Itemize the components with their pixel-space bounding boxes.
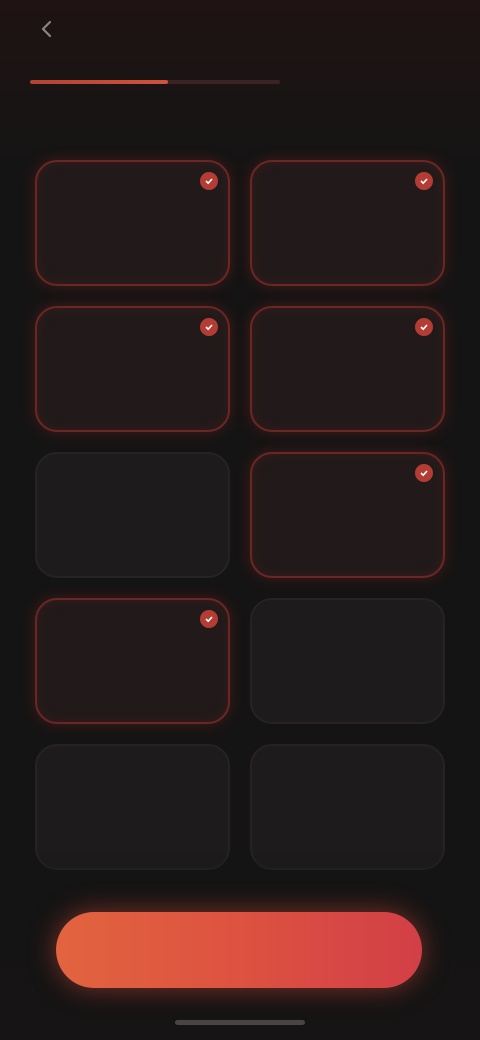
arrow-left-icon bbox=[37, 19, 57, 44]
check-icon bbox=[415, 172, 433, 190]
progress-bar bbox=[30, 80, 280, 84]
option-tile[interactable] bbox=[35, 744, 230, 870]
option-tile[interactable] bbox=[250, 306, 445, 432]
back-button[interactable] bbox=[30, 14, 64, 48]
top-bar bbox=[0, 0, 480, 60]
option-tile[interactable] bbox=[35, 598, 230, 724]
options-grid bbox=[35, 160, 445, 870]
option-tile[interactable] bbox=[35, 306, 230, 432]
option-tile[interactable] bbox=[35, 160, 230, 286]
onboarding-screen bbox=[0, 0, 480, 1040]
progress-bar-fill bbox=[30, 80, 168, 84]
home-indicator bbox=[175, 1020, 305, 1025]
option-tile[interactable] bbox=[250, 598, 445, 724]
check-icon bbox=[200, 610, 218, 628]
skip-button[interactable] bbox=[354, 18, 450, 44]
option-tile[interactable] bbox=[250, 452, 445, 578]
check-icon bbox=[415, 464, 433, 482]
check-icon bbox=[200, 318, 218, 336]
option-tile[interactable] bbox=[250, 744, 445, 870]
continue-button[interactable] bbox=[56, 912, 422, 988]
option-tile[interactable] bbox=[35, 452, 230, 578]
check-icon bbox=[415, 318, 433, 336]
check-icon bbox=[200, 172, 218, 190]
option-tile[interactable] bbox=[250, 160, 445, 286]
